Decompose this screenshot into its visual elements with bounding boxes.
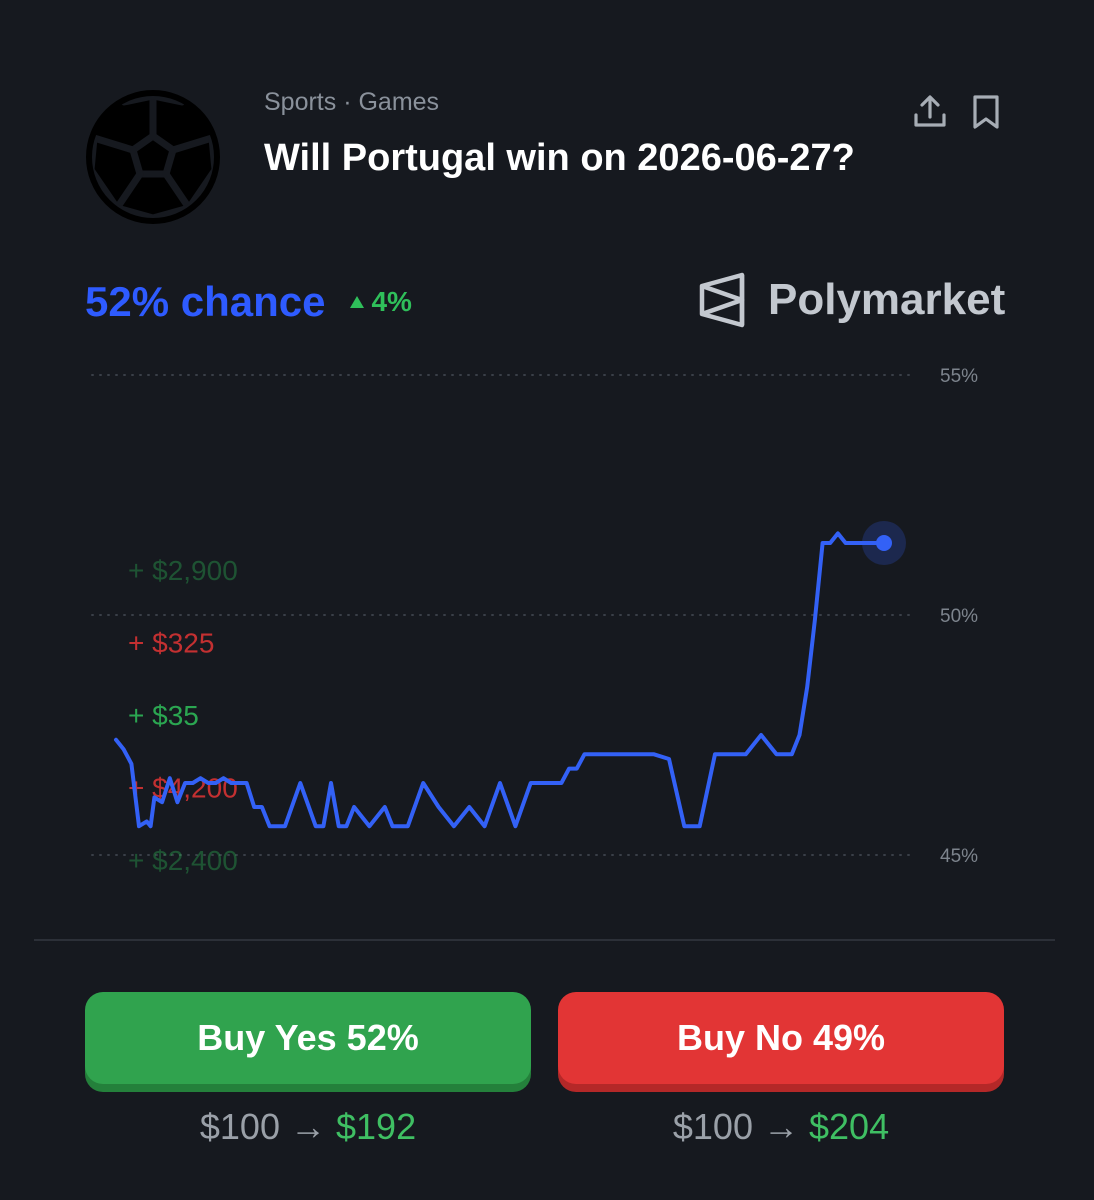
share-icon (914, 95, 946, 127)
current-point-marker (876, 535, 892, 551)
payout-yes-stake: $100 (199, 1106, 280, 1147)
payout-yes-return: $192 (336, 1106, 417, 1147)
soccer-ball-icon (86, 90, 220, 224)
arrow-right-icon: → (763, 1106, 799, 1147)
polymarket-logo-icon (699, 272, 745, 328)
trade-ticker-amount: + $325 (128, 628, 214, 659)
bookmark-button[interactable] (964, 90, 1008, 134)
change-value: 4% (371, 286, 412, 317)
payout-yes: $100 → $192 (85, 1106, 531, 1148)
buy-yes-button[interactable]: Buy Yes 52% (85, 992, 531, 1084)
trade-ticker-amount: + $35 (128, 700, 199, 731)
payout-no: $100 → $204 (558, 1106, 1004, 1148)
y-tick-label: 55% (940, 366, 978, 387)
price-history-chart[interactable]: 55%50%45% + $2,900+ $325+ $35+ $4,200+ $… (0, 340, 1094, 910)
divider (34, 939, 1055, 941)
brand-name: Polymarket (768, 275, 1006, 324)
trade-ticker-amount: + $2,400 (128, 845, 238, 876)
odds-summary: 52% chance 4% (85, 278, 412, 326)
triangle-up-icon (350, 296, 365, 308)
arrow-right-icon: → (290, 1106, 326, 1147)
change-badge: 4% (349, 286, 412, 318)
market-question-title: Will Portugal win on 2026-06-27? (264, 137, 855, 179)
chance-percentage: 52% chance (85, 278, 326, 325)
brand-logo: Polymarket (698, 270, 1005, 330)
buy-no-button[interactable]: Buy No 49% (558, 992, 1004, 1084)
payout-no-stake: $100 (672, 1106, 753, 1147)
y-tick-label: 45% (940, 846, 978, 867)
market-category[interactable]: Sports · Games (264, 88, 439, 117)
y-tick-label: 50% (940, 606, 978, 627)
payout-no-return: $204 (809, 1106, 890, 1147)
trade-ticker-amount: + $2,900 (128, 555, 238, 586)
bookmark-icon (973, 95, 999, 129)
share-button[interactable] (908, 90, 952, 134)
